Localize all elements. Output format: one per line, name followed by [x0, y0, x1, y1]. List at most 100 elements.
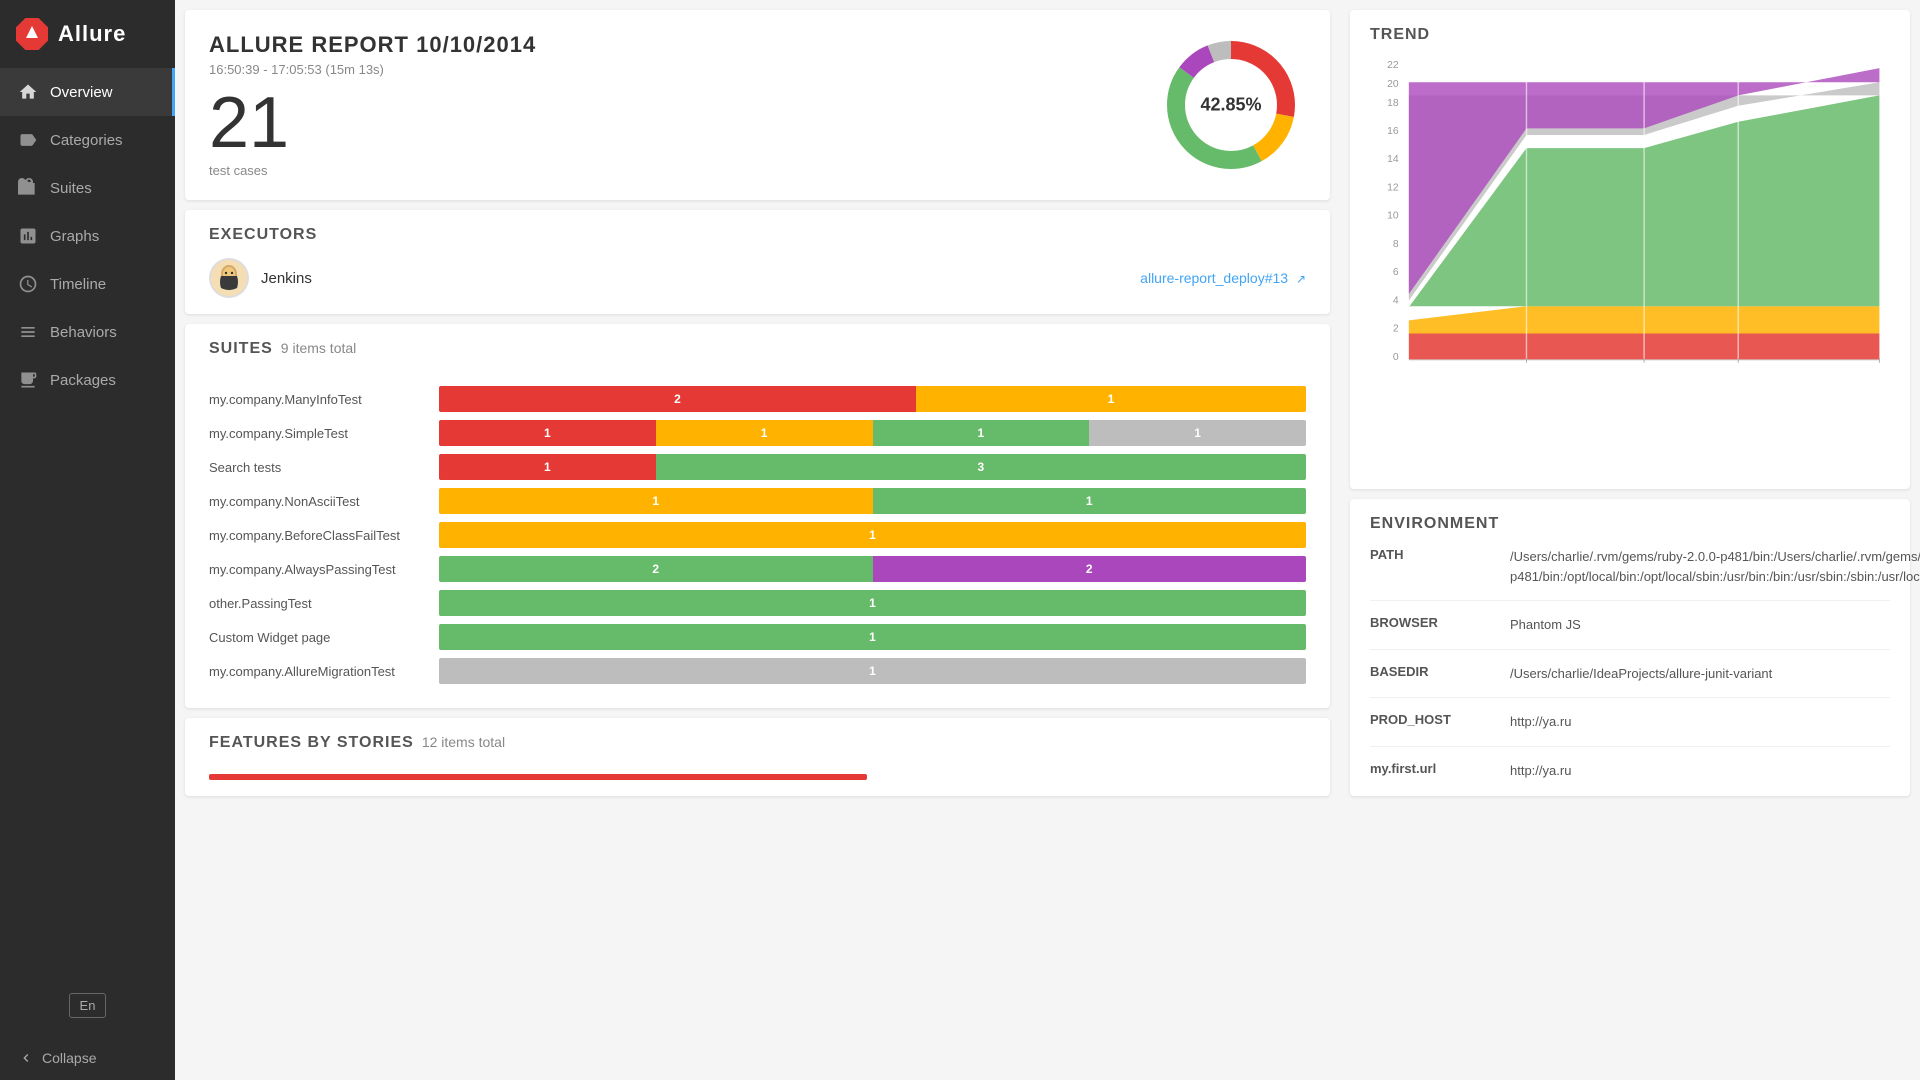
bar-segment: 2 — [439, 556, 873, 582]
sidebar-item-suites-label: Suites — [50, 180, 92, 197]
bar-segment: 1 — [439, 624, 1306, 650]
suite-name: my.company.SimpleTest — [209, 426, 429, 441]
svg-text:0: 0 — [1393, 352, 1399, 363]
svg-text:2: 2 — [1393, 324, 1399, 335]
bar-segment: 1 — [656, 420, 873, 446]
language-button[interactable]: En — [69, 993, 107, 1018]
executor-avatar — [209, 258, 249, 298]
bar-segment: 1 — [439, 488, 873, 514]
external-link-icon: ↗ — [1296, 272, 1306, 286]
test-label: test cases — [209, 163, 1126, 178]
suite-name: Custom Widget page — [209, 630, 429, 645]
donut-chart: 42.85% — [1156, 30, 1306, 180]
sidebar: Allure Overview Categories Suites Graphs… — [0, 0, 175, 1080]
env-key: BASEDIR — [1370, 664, 1490, 684]
suite-row[interactable]: my.company.BeforeClassFailTest1 — [209, 522, 1306, 548]
report-time: 16:50:39 - 17:05:53 (15m 13s) — [209, 62, 1126, 77]
svg-text:4: 4 — [1393, 295, 1399, 306]
suite-bar: 1 — [439, 658, 1306, 684]
sidebar-item-graphs-label: Graphs — [50, 228, 99, 245]
env-row: PROD_HOSThttp://ya.ru — [1370, 712, 1890, 747]
executors-title: EXECUTORS — [209, 226, 1306, 244]
svg-text:14: 14 — [1387, 154, 1399, 165]
executor-link[interactable]: allure-report_deploy#13 ↗ — [1140, 270, 1306, 286]
bar-segment: 2 — [873, 556, 1307, 582]
svg-text:20: 20 — [1387, 79, 1399, 90]
categories-icon — [18, 130, 38, 150]
sidebar-item-packages-label: Packages — [50, 372, 116, 389]
behaviors-icon — [18, 322, 38, 342]
env-value: http://ya.ru — [1510, 761, 1890, 781]
collapse-label: Collapse — [42, 1050, 96, 1066]
executor-row: Jenkins allure-report_deploy#13 ↗ — [209, 258, 1306, 298]
app-title: Allure — [58, 21, 126, 47]
bar-segment: 1 — [439, 420, 656, 446]
suite-row[interactable]: other.PassingTest1 — [209, 590, 1306, 616]
left-panel: ALLURE REPORT 10/10/2014 16:50:39 - 17:0… — [175, 0, 1340, 806]
suite-bar: 13 — [439, 454, 1306, 480]
report-title: ALLURE REPORT 10/10/2014 — [209, 32, 1126, 58]
suite-bar: 1 — [439, 624, 1306, 650]
svg-text:6: 6 — [1393, 267, 1399, 278]
svg-text:22: 22 — [1387, 60, 1399, 71]
suite-row[interactable]: my.company.AllureMigrationTest1 — [209, 658, 1306, 684]
features-title: FEATURES BY STORIES — [209, 734, 414, 752]
suite-bar: 1 — [439, 522, 1306, 548]
env-row: BASEDIR/Users/charlie/IdeaProjects/allur… — [1370, 664, 1890, 699]
executor-name: Jenkins — [261, 270, 312, 287]
right-panel: TREND 0 2 4 6 8 10 12 14 16 18 20 22 — [1340, 0, 1920, 806]
sidebar-logo: Allure — [0, 0, 175, 68]
bar-segment: 2 — [439, 386, 916, 412]
svg-text:12: 12 — [1387, 182, 1399, 193]
collapse-icon — [18, 1050, 34, 1066]
suite-row[interactable]: my.company.ManyInfoTest21 — [209, 386, 1306, 412]
allure-logo-icon — [16, 18, 48, 50]
environment-title: ENVIRONMENT — [1370, 515, 1890, 533]
suites-title-row: SUITES 9 items total — [209, 340, 1306, 372]
trend-chart-svg: 0 2 4 6 8 10 12 14 16 18 20 22 — [1370, 54, 1890, 374]
sidebar-item-overview-label: Overview — [50, 84, 113, 101]
suite-row[interactable]: my.company.SimpleTest1111 — [209, 420, 1306, 446]
test-count: 21 — [209, 87, 1126, 159]
env-row: my.first.urlhttp://ya.ru — [1370, 761, 1890, 781]
suite-name: Search tests — [209, 460, 429, 475]
jenkins-avatar-icon — [211, 260, 247, 296]
executor-left: Jenkins — [209, 258, 312, 298]
env-value: http://ya.ru — [1510, 712, 1890, 732]
env-value: /Users/charlie/.rvm/gems/ruby-2.0.0-p481… — [1510, 547, 1920, 586]
suite-row[interactable]: Search tests 13 — [209, 454, 1306, 480]
main-content: ALLURE REPORT 10/10/2014 16:50:39 - 17:0… — [175, 0, 1920, 1080]
sidebar-item-timeline-label: Timeline — [50, 276, 106, 293]
sidebar-item-packages[interactable]: Packages — [0, 356, 175, 404]
suite-name: other.PassingTest — [209, 596, 429, 611]
bar-segment: 1 — [439, 454, 656, 480]
sidebar-item-behaviors-label: Behaviors — [50, 324, 117, 341]
svg-text:10: 10 — [1387, 211, 1399, 222]
trend-title: TREND — [1370, 26, 1890, 44]
suites-title: SUITES — [209, 340, 273, 358]
graphs-icon — [18, 226, 38, 246]
features-count: 12 items total — [422, 734, 505, 750]
sidebar-item-behaviors[interactable]: Behaviors — [0, 308, 175, 356]
collapse-button[interactable]: Collapse — [0, 1036, 175, 1080]
packages-icon — [18, 370, 38, 390]
trend-card: TREND 0 2 4 6 8 10 12 14 16 18 20 22 — [1350, 10, 1910, 489]
suite-row[interactable]: Custom Widget page 1 — [209, 624, 1306, 650]
suite-bar: 22 — [439, 556, 1306, 582]
env-key: BROWSER — [1370, 615, 1490, 635]
env-row: PATH/Users/charlie/.rvm/gems/ruby-2.0.0-… — [1370, 547, 1890, 601]
suite-row[interactable]: my.company.NonAsciiTest11 — [209, 488, 1306, 514]
svg-text:8: 8 — [1393, 239, 1399, 250]
sidebar-item-categories[interactable]: Categories — [0, 116, 175, 164]
sidebar-item-graphs[interactable]: Graphs — [0, 212, 175, 260]
sidebar-item-timeline[interactable]: Timeline — [0, 260, 175, 308]
svg-text:16: 16 — [1387, 126, 1399, 137]
bar-segment: 1 — [873, 420, 1090, 446]
report-stats: ALLURE REPORT 10/10/2014 16:50:39 - 17:0… — [209, 32, 1126, 178]
executors-card: EXECUTORS — [185, 210, 1330, 314]
sidebar-item-overview[interactable]: Overview — [0, 68, 175, 116]
suite-row[interactable]: my.company.AlwaysPassingTest22 — [209, 556, 1306, 582]
env-key: PATH — [1370, 547, 1490, 586]
features-title-row: FEATURES BY STORIES 12 items total — [209, 734, 1306, 766]
sidebar-item-suites[interactable]: Suites — [0, 164, 175, 212]
